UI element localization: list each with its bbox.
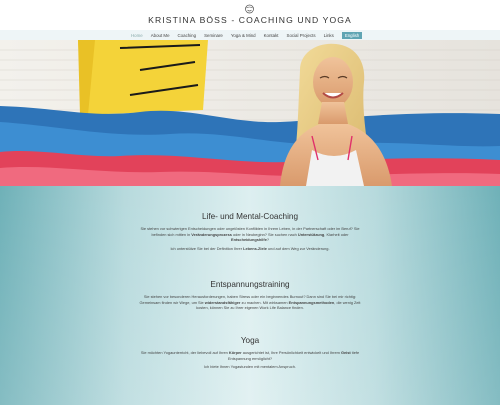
nav-item-home[interactable]: Home (131, 33, 143, 38)
section-coaching: Life- und Mental-Coaching Sie stehen vor… (135, 212, 365, 251)
nav-item-social-projects[interactable]: Social Projects (287, 33, 316, 38)
hero-image (0, 40, 500, 186)
section-title: Yoga (240, 336, 260, 345)
section-text: Sie möchten Yogaunterricht, der liebevol… (140, 350, 360, 361)
section-text: Ich biete Ihnen Yogastunden mit mentalem… (204, 364, 296, 370)
language-switch-button[interactable]: English (341, 31, 363, 39)
section-text: Sie stehen vor schwierigen Entscheidunge… (140, 226, 360, 243)
smiley-logo-icon[interactable] (244, 4, 255, 14)
section-text: Sie stehen vor besonderen Herausforderun… (139, 294, 361, 311)
content-area: Life- und Mental-Coaching Sie stehen vor… (0, 186, 500, 405)
main-navigation: Home About Me Coaching Seminare Yoga & M… (0, 30, 500, 40)
nav-item-coaching[interactable]: Coaching (178, 33, 197, 38)
nav-item-about-me[interactable]: About Me (151, 33, 170, 38)
section-title: Life- und Mental-Coaching (201, 212, 299, 221)
nav-item-kontakt[interactable]: Kontakt (264, 33, 279, 38)
site-header: KRISTINA BÖSS - COACHING UND YOGA (0, 0, 500, 30)
section-title: Entspannungstraining (210, 280, 290, 289)
section-entspannung: Entspannungstraining Sie stehen vor beso… (135, 280, 365, 311)
nav-item-seminare[interactable]: Seminare (204, 33, 223, 38)
site-title[interactable]: KRISTINA BÖSS - COACHING UND YOGA (0, 15, 500, 25)
section-yoga: Yoga Sie möchten Yogaunterricht, der lie… (135, 336, 365, 370)
section-text: Ich unterstütze Sie bei der Definition I… (170, 245, 330, 251)
nav-item-links[interactable]: Links (324, 33, 334, 38)
nav-item-yoga-mind[interactable]: Yoga & Mind (231, 33, 256, 38)
